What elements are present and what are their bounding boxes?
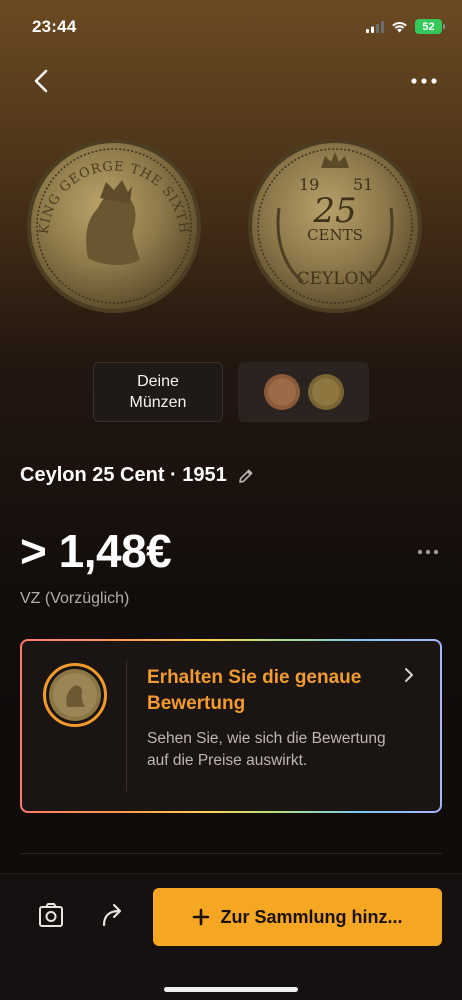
coin-price: > 1,48€ [20, 525, 172, 577]
bottom-action-bar: Zur Sammlung hinz... [0, 873, 462, 1000]
price-options-button[interactable] [414, 540, 442, 564]
coin-thumbnail-reverse [307, 374, 344, 410]
chevron-left-icon [34, 69, 48, 93]
status-bar: 23:44 52 [0, 0, 462, 54]
signal-icon [366, 20, 384, 33]
section-separator [20, 853, 442, 854]
more-horizontal-icon [417, 549, 439, 555]
promo-text: Sehen Sie, wie sich die Bewertung auf di… [147, 730, 386, 769]
coin-title: Ceylon 25 Cent · 1951 [20, 464, 227, 486]
coin-reverse-image[interactable]: 19 51 25 CENTS CEYLON [247, 138, 423, 314]
back-button[interactable] [26, 64, 56, 98]
share-arrow-icon [102, 903, 122, 927]
battery-icon: 52 [415, 19, 445, 34]
promo-title: Erhalten Sie die genaue Bewertung [147, 667, 362, 714]
promo-divider [126, 661, 127, 791]
wifi-icon [392, 21, 407, 32]
camera-icon [39, 903, 63, 927]
add-to-collection-button[interactable]: Zur Sammlung hinz... [153, 888, 442, 946]
coin-thumbnail-obverse [263, 374, 300, 410]
exact-grading-promo-card[interactable]: Erhalten Sie die genaue Bewertung Sehen … [20, 639, 442, 813]
edit-pencil-icon[interactable] [237, 467, 255, 485]
status-time: 23:44 [32, 17, 77, 36]
more-options-button[interactable] [406, 68, 442, 94]
more-horizontal-icon [411, 78, 437, 84]
plus-icon [193, 908, 210, 926]
coin-grade: VZ (Vorzüglich) [20, 590, 130, 607]
reverse-unit: CENTS [307, 226, 363, 244]
reverse-value: 25 [312, 191, 356, 231]
promo-card-inner: Erhalten Sie die genaue Bewertung Sehen … [22, 641, 440, 811]
coin-photos-tab[interactable] [238, 362, 369, 422]
coin-title-row[interactable]: Ceylon 25 Cent · 1951 [20, 464, 255, 487]
reverse-country: CEYLON [297, 269, 374, 289]
promo-coin-thumbnail [43, 663, 107, 727]
coin-obverse-image[interactable]: KING GEORGE THE SIXTH [26, 138, 202, 314]
status-icons: 52 [366, 19, 445, 34]
camera-button[interactable] [34, 898, 68, 932]
home-indicator [164, 987, 298, 992]
my-coins-tab[interactable]: Deine Münzen [93, 362, 223, 422]
add-to-collection-label: Zur Sammlung hinz... [220, 906, 403, 927]
chevron-right-icon [405, 668, 413, 682]
promo-coin-image [49, 669, 101, 721]
share-button[interactable] [96, 898, 130, 932]
